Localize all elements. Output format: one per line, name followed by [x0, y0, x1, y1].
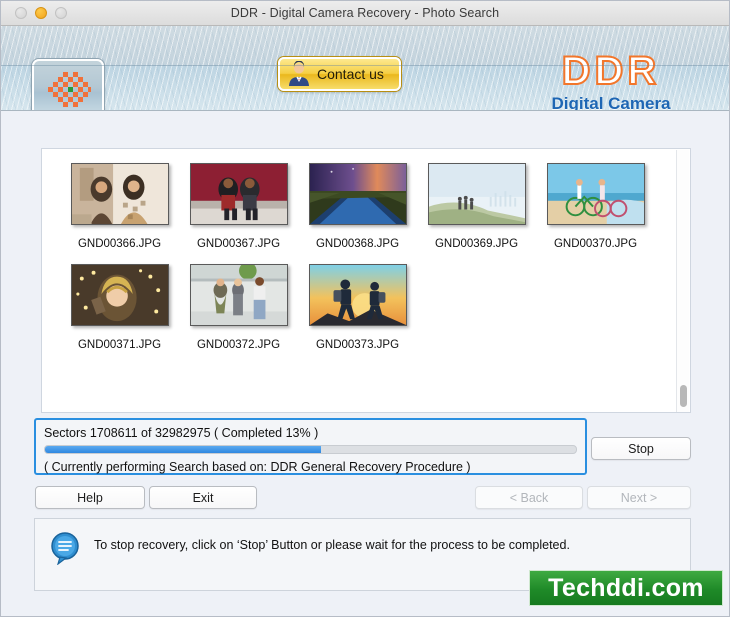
- speech-bubble-icon: [51, 532, 79, 565]
- message-text: To stop recovery, click on ‘Stop’ Button…: [94, 538, 570, 552]
- contact-us-label: Contact us: [317, 66, 384, 82]
- thumbnail-image[interactable]: [70, 264, 169, 326]
- brand-title: DDR: [561, 49, 661, 93]
- thumbnail-item[interactable]: GND00366.JPG: [60, 163, 179, 264]
- exit-button[interactable]: Exit: [149, 486, 257, 509]
- thumbnail-label: GND00373.JPG: [315, 339, 400, 351]
- app-icon-tile: [32, 59, 104, 110]
- thumbnail-image[interactable]: [427, 163, 526, 225]
- watermark-text: Techddi.com: [548, 573, 704, 602]
- window-title: DDR - Digital Camera Recovery - Photo Se…: [230, 6, 500, 20]
- window-controls: [15, 7, 67, 19]
- thumbnail-item[interactable]: GND00370.JPG: [536, 163, 655, 264]
- progress-activity-text: ( Currently performing Search based on: …: [44, 460, 471, 474]
- thumbnail-image[interactable]: [189, 264, 288, 326]
- progress-bar: [44, 445, 577, 454]
- thumbnail-label: GND00372.JPG: [196, 339, 281, 351]
- thumbnail-item[interactable]: GND00369.JPG: [417, 163, 536, 264]
- thumbnail-item[interactable]: GND00373.JPG: [298, 264, 417, 365]
- person-icon: [289, 61, 309, 86]
- thumbnail-item[interactable]: GND00371.JPG: [60, 264, 179, 365]
- vertical-scrollbar[interactable]: [676, 150, 689, 412]
- thumbnail-item[interactable]: GND00368.JPG: [298, 163, 417, 264]
- back-button: < Back: [475, 486, 583, 509]
- thumbnail-label: GND00371.JPG: [77, 339, 162, 351]
- brand-block: DDR Digital Camera: [511, 49, 711, 111]
- thumbnail-item[interactable]: GND00372.JPG: [179, 264, 298, 365]
- thumbnail-panel: GND00366.JPG GND00367.JPG GND00368.JPG G…: [41, 148, 691, 413]
- stop-button[interactable]: Stop: [591, 437, 691, 460]
- app-window: DDR - Digital Camera Recovery - Photo Se…: [0, 0, 730, 617]
- zoom-button[interactable]: [55, 7, 67, 19]
- thumbnail-image[interactable]: [70, 163, 169, 225]
- scrollbar-thumb[interactable]: [680, 385, 687, 407]
- contact-us-button[interactable]: Contact us: [278, 57, 401, 91]
- thumbnail-label: GND00366.JPG: [77, 238, 162, 250]
- progress-bar-fill: [45, 446, 322, 453]
- close-button[interactable]: [15, 7, 27, 19]
- title-bar: DDR - Digital Camera Recovery - Photo Se…: [1, 1, 729, 26]
- brand-subtitle: Digital Camera: [551, 94, 671, 111]
- thumbnail-image[interactable]: [308, 163, 407, 225]
- thumbnail-grid: GND00366.JPG GND00367.JPG GND00368.JPG G…: [42, 149, 690, 365]
- checker-flower-icon: [48, 72, 91, 107]
- thumbnail-row: GND00366.JPG GND00367.JPG GND00368.JPG G…: [60, 163, 690, 264]
- header-banner: Contact us DDR Digital Camera: [1, 26, 729, 111]
- thumbnail-label: GND00370.JPG: [553, 238, 638, 250]
- thumbnail-row: GND00371.JPG GND00372.JPG GND00373.JPG: [60, 264, 690, 365]
- thumbnail-label: GND00368.JPG: [315, 238, 400, 250]
- thumbnail-image[interactable]: [189, 163, 288, 225]
- thumbnail-label: GND00367.JPG: [196, 238, 281, 250]
- progress-status-text: Sectors 1708611 of 32982975 ( Completed …: [44, 426, 319, 440]
- thumbnail-image[interactable]: [308, 264, 407, 326]
- minimize-button[interactable]: [35, 7, 47, 19]
- next-button: Next >: [587, 486, 691, 509]
- thumbnail-label: GND00369.JPG: [434, 238, 519, 250]
- watermark: Techddi.com: [529, 570, 723, 606]
- help-button[interactable]: Help: [35, 486, 145, 509]
- progress-panel: Sectors 1708611 of 32982975 ( Completed …: [34, 418, 587, 475]
- thumbnail-item[interactable]: GND00367.JPG: [179, 163, 298, 264]
- thumbnail-image[interactable]: [546, 163, 645, 225]
